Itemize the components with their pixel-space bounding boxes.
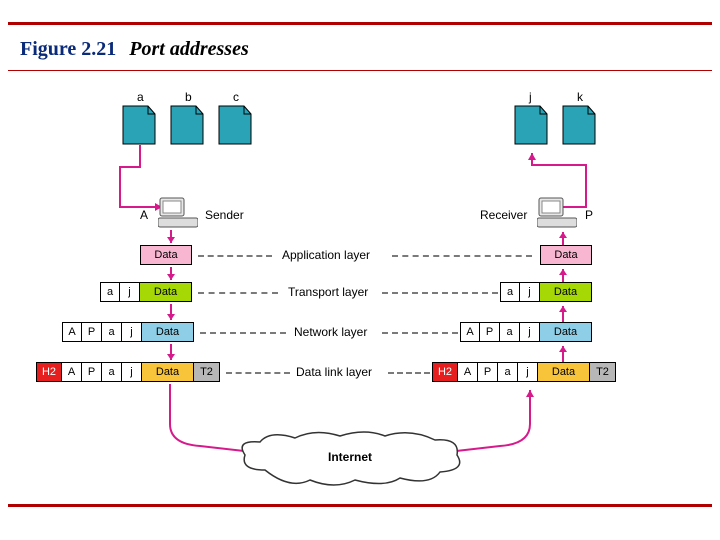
layer-label-application: Application layer — [282, 248, 370, 262]
pdu-datalink-receiver: H2 A P a j Data T2 — [432, 362, 616, 382]
receiver-role: Receiver — [480, 208, 527, 222]
process-label-k: k — [577, 90, 583, 104]
figure-title: Figure 2.21 Port addresses — [20, 38, 249, 61]
layer-dashes — [200, 332, 286, 334]
bottom-rule — [8, 504, 712, 507]
pdu-dstport: j — [520, 322, 540, 342]
arrow-receiver-stack — [556, 230, 570, 382]
pdu-srcport: a — [500, 322, 520, 342]
pdu-transport-sender: a j Data — [100, 282, 192, 302]
process-label-a: a — [137, 90, 144, 104]
layer-dashes — [226, 372, 290, 374]
layer-dashes — [382, 332, 458, 334]
pdu-transport-receiver: a j Data — [500, 282, 592, 302]
pdu-network-receiver: A P a j Data — [460, 322, 592, 342]
arrow-sender-stack — [164, 230, 178, 382]
sender-role: Sender — [205, 208, 244, 222]
sender-ip-letter: A — [140, 208, 148, 222]
layer-dashes — [392, 255, 532, 257]
pdu-srcport: a — [102, 362, 122, 382]
layer-dashes — [382, 292, 498, 294]
pdu-srcip: A — [458, 362, 478, 382]
pdu-dstport: j — [520, 282, 540, 302]
pdu-tail: T2 — [590, 362, 616, 382]
pdu-dstip: P — [480, 322, 500, 342]
process-label-j: j — [529, 90, 532, 104]
layer-dashes — [388, 372, 430, 374]
document-icon — [514, 105, 548, 145]
document-icon — [170, 105, 204, 145]
figure-number: Figure 2.21 — [20, 38, 116, 60]
pdu-dstip: P — [82, 322, 102, 342]
computer-icon — [158, 196, 198, 230]
process-label-c: c — [233, 90, 239, 104]
document-icon — [122, 105, 156, 145]
pdu-srcport: a — [498, 362, 518, 382]
top-rule — [8, 22, 712, 25]
pdu-srcip: A — [460, 322, 480, 342]
pdu-srcport: a — [100, 282, 120, 302]
figure-subject: Port addresses — [129, 38, 248, 60]
pdu-dstport: j — [120, 282, 140, 302]
pdu-srcport: a — [500, 282, 520, 302]
pdu-dstport: j — [122, 322, 142, 342]
title-underline — [8, 70, 712, 71]
internet-label: Internet — [328, 450, 372, 464]
pdu-srcip: A — [62, 322, 82, 342]
pdu-dstip: P — [82, 362, 102, 382]
pdu-datalink-sender: H2 A P a j Data T2 — [36, 362, 220, 382]
pdu-head: H2 — [36, 362, 62, 382]
receiver-ip-letter: P — [585, 208, 593, 222]
layer-label-transport: Transport layer — [288, 285, 368, 299]
pdu-dstport: j — [122, 362, 142, 382]
layer-dashes — [198, 292, 278, 294]
document-icon — [562, 105, 596, 145]
pdu-srcport: a — [102, 322, 122, 342]
computer-icon — [537, 196, 577, 230]
pdu-dstip: P — [478, 362, 498, 382]
pdu-srcip: A — [62, 362, 82, 382]
layer-label-network: Network layer — [294, 325, 367, 339]
pdu-dstport: j — [518, 362, 538, 382]
document-icon — [218, 105, 252, 145]
pdu-tail: T2 — [194, 362, 220, 382]
pdu-head: H2 — [432, 362, 458, 382]
process-label-b: b — [185, 90, 192, 104]
layer-label-datalink: Data link layer — [296, 365, 372, 379]
layer-dashes — [198, 255, 272, 257]
